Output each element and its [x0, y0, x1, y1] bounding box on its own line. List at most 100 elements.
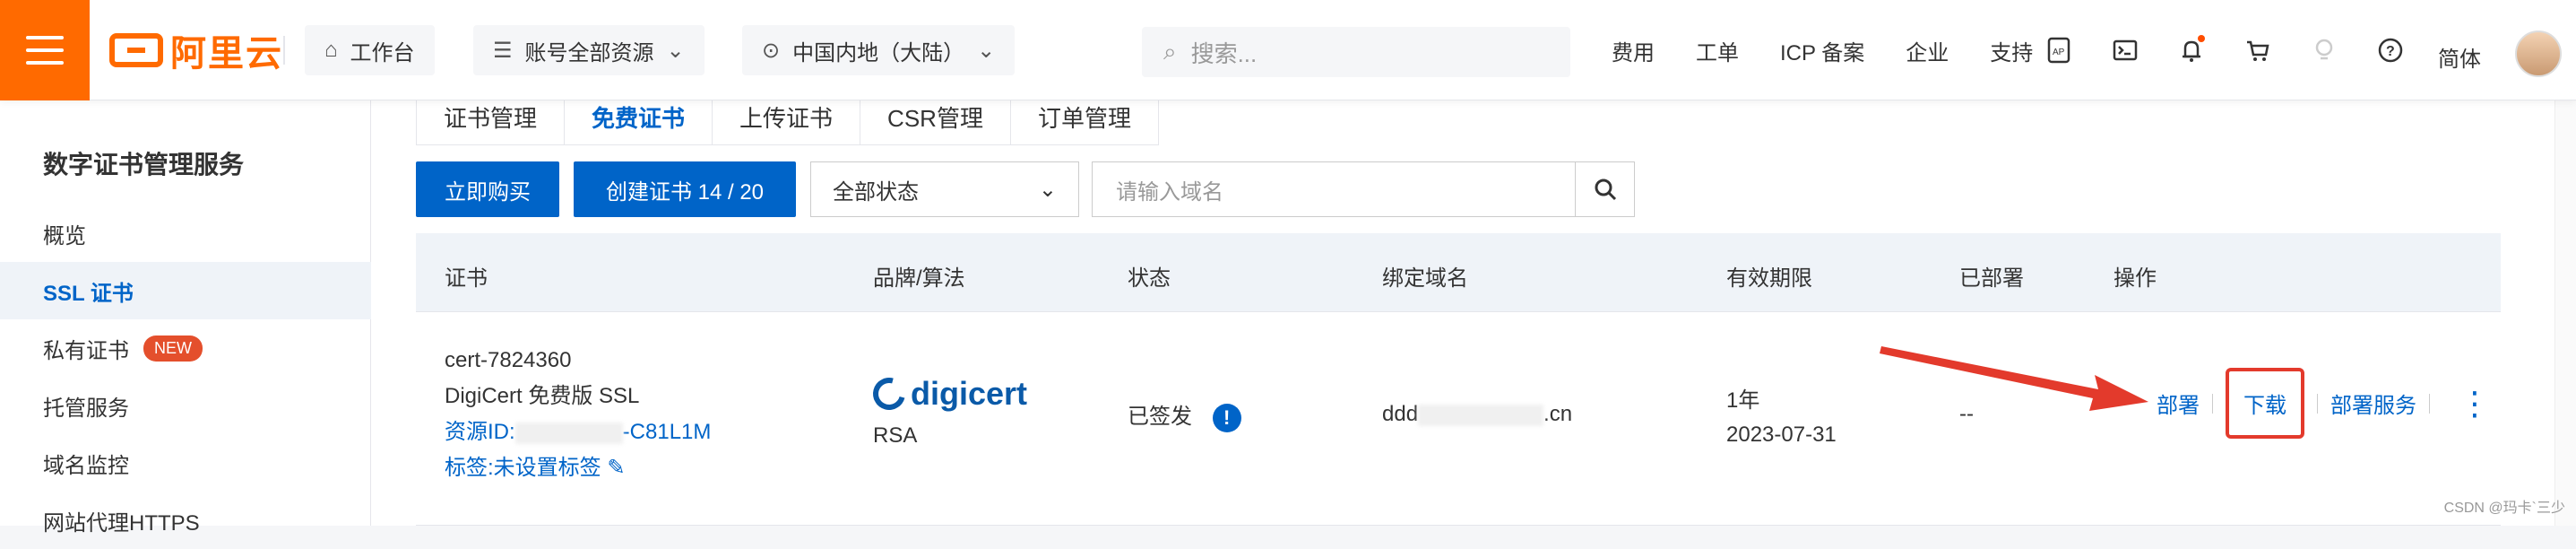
redacted-text	[515, 423, 623, 444]
header-certificate: 证书	[445, 260, 488, 292]
table-header: 证书 品牌/算法 状态 绑定域名 有效期限 已部署 操作	[416, 233, 2501, 312]
sidebar-title: 数字证书管理服务	[43, 145, 244, 181]
header-domain: 绑定域名	[1382, 260, 1468, 292]
search-placeholder: 搜索...	[1191, 36, 1258, 69]
validity-date: 2023-07-31	[1726, 418, 1837, 452]
more-actions-icon[interactable]: ⋮	[2459, 388, 2491, 420]
search-icon	[1592, 176, 1619, 203]
certificate-cell: cert-7824360 DigiCert 免费版 SSL 资源ID: -C81L…	[445, 343, 711, 486]
sidebar-item-overview[interactable]: 概览	[0, 205, 371, 262]
sidebar: 数字证书管理服务 概览 SSL 证书 私有证书NEW 托管服务 域名监控 网站代…	[0, 100, 371, 526]
sidebar-item-hosting[interactable]: 托管服务	[0, 377, 371, 434]
chevron-down-icon: ⌄	[667, 38, 685, 64]
bell-icon[interactable]	[2176, 35, 2207, 65]
deploy-service-link[interactable]: 部署服务	[2330, 388, 2416, 419]
create-certificate-button[interactable]: 创建证书 14 / 20	[574, 161, 796, 217]
tab-upload-certificate[interactable]: 上传证书	[712, 100, 860, 145]
sidebar-item-https-proxy[interactable]: 网站代理HTTPS	[0, 492, 371, 549]
resource-group-dropdown[interactable]: ☰ 账号全部资源 ⌄	[473, 25, 705, 75]
sidebar-item-label: 概览	[43, 218, 86, 249]
header-deployed: 已部署	[1959, 260, 2024, 292]
sidebar-item-domain-monitor[interactable]: 域名监控	[0, 434, 371, 492]
sidebar-item-label: 域名监控	[43, 448, 129, 479]
red-arrow-annotation	[1878, 339, 2152, 413]
search-button[interactable]	[1576, 161, 1635, 217]
digicert-logo: digicert	[873, 375, 1027, 413]
aliyun-logo-mark	[109, 33, 163, 67]
region-label: 中国内地（大陆）	[792, 35, 964, 66]
chevron-down-icon: ⌄	[977, 38, 995, 64]
search-icon: ⌕	[1163, 38, 1177, 66]
cart-icon[interactable]	[2243, 35, 2273, 65]
tab-csr-management[interactable]: CSR管理	[860, 100, 1011, 145]
download-link[interactable]: 下载	[2226, 368, 2304, 439]
tab-order-management[interactable]: 订单管理	[1010, 100, 1159, 145]
digicert-logo-mark	[867, 371, 911, 415]
link-enterprise[interactable]: 企业	[1906, 35, 1949, 66]
tab-free-certificate[interactable]: 免费证书	[564, 100, 713, 145]
certificate-tabs: 证书管理 免费证书 上传证书 CSR管理 订单管理	[416, 100, 1158, 145]
location-icon: ⊙	[762, 38, 780, 64]
tag-edit[interactable]: 标签:未设置标签 ✎	[445, 450, 711, 486]
info-icon[interactable]: !	[1213, 404, 1241, 432]
certificate-name: cert-7824360	[445, 343, 711, 379]
edit-icon: ✎	[607, 456, 625, 480]
certificate-product: DigiCert 免费版 SSL	[445, 379, 711, 414]
status-text: 已签发	[1128, 405, 1192, 429]
resource-id-suffix: -C81L1M	[623, 420, 712, 444]
resource-id-prefix: 资源ID:	[445, 420, 515, 444]
domain-prefix: ddd	[1382, 402, 1418, 426]
resource-group-label: 账号全部资源	[525, 35, 654, 66]
status-select[interactable]: 全部状态 ⌄	[810, 161, 1079, 217]
link-billing[interactable]: 费用	[1612, 35, 1655, 66]
sidebar-item-private-certificate[interactable]: 私有证书NEW	[0, 319, 371, 377]
resource-id[interactable]: 资源ID: -C81L1M	[445, 414, 711, 450]
domain-cell: ddd.cn	[1382, 402, 1572, 427]
api-icon[interactable]: AP	[2044, 35, 2074, 65]
terminal-icon[interactable]	[2110, 35, 2140, 65]
algorithm: RSA	[873, 423, 1027, 449]
divider	[2212, 394, 2213, 414]
menu-icon[interactable]	[0, 0, 90, 100]
aliyun-logo-text: 阿里云	[170, 24, 283, 76]
tag-label: 标签:未设置标签	[445, 456, 601, 480]
status-cell: 已签发 !	[1128, 398, 1241, 432]
scrollbar[interactable]	[2554, 100, 2576, 526]
table-row: cert-7824360 DigiCert 免费版 SSL 资源ID: -C81L…	[416, 312, 2501, 526]
link-support[interactable]: 支持	[1990, 35, 2033, 66]
stack-icon: ☰	[493, 38, 513, 64]
tab-certificate-management[interactable]: 证书管理	[416, 100, 565, 145]
validity-period: 1年	[1726, 384, 1837, 418]
brand-name: digicert	[911, 375, 1027, 413]
buy-now-button[interactable]: 立即购买	[416, 161, 559, 217]
lightbulb-icon[interactable]	[2309, 35, 2339, 65]
svg-text:AP: AP	[2053, 48, 2065, 57]
aliyun-logo[interactable]: 阿里云	[109, 30, 283, 70]
header-brand: 品牌/算法	[873, 260, 965, 292]
status-select-value: 全部状态	[833, 174, 919, 205]
brand-cell: digicert RSA	[873, 375, 1027, 449]
header-validity: 有效期限	[1726, 260, 1812, 292]
deploy-link[interactable]: 部署	[2157, 388, 2200, 419]
workbench-button[interactable]: ⌂ 工作台	[305, 25, 435, 75]
workbench-label: 工作台	[350, 35, 415, 66]
domain-search-input[interactable]: 请输入域名	[1092, 161, 1576, 217]
new-badge: NEW	[143, 336, 203, 362]
region-dropdown[interactable]: ⊙ 中国内地（大陆） ⌄	[742, 25, 1015, 75]
global-search-input[interactable]: ⌕ 搜索...	[1142, 27, 1570, 77]
avatar[interactable]	[2515, 30, 2562, 77]
watermark: CSDN @玛卡`三少	[2444, 495, 2565, 517]
action-cell: 部署 下载 部署服务 ⋮	[2157, 368, 2491, 439]
link-icp[interactable]: ICP 备案	[1780, 35, 1864, 66]
language-switch[interactable]: 简体	[2438, 41, 2481, 73]
validity-cell: 1年 2023-07-31	[1726, 384, 1837, 452]
sidebar-item-label: SSL 证书	[43, 275, 134, 307]
home-icon: ⌂	[324, 38, 338, 63]
top-navigation-bar: 阿里云 ⌂ 工作台 ☰ 账号全部资源 ⌄ ⊙ 中国内地（大陆） ⌄ ⌕ 搜索..…	[0, 0, 2576, 100]
sidebar-item-ssl-certificate[interactable]: SSL 证书	[0, 262, 371, 319]
link-tickets[interactable]: 工单	[1696, 35, 1739, 66]
divider	[2429, 394, 2430, 414]
top-links: 费用 工单 ICP 备案 企业 支持	[1612, 0, 2074, 100]
chevron-down-icon: ⌄	[1039, 177, 1057, 203]
help-icon[interactable]: ?	[2375, 35, 2406, 65]
